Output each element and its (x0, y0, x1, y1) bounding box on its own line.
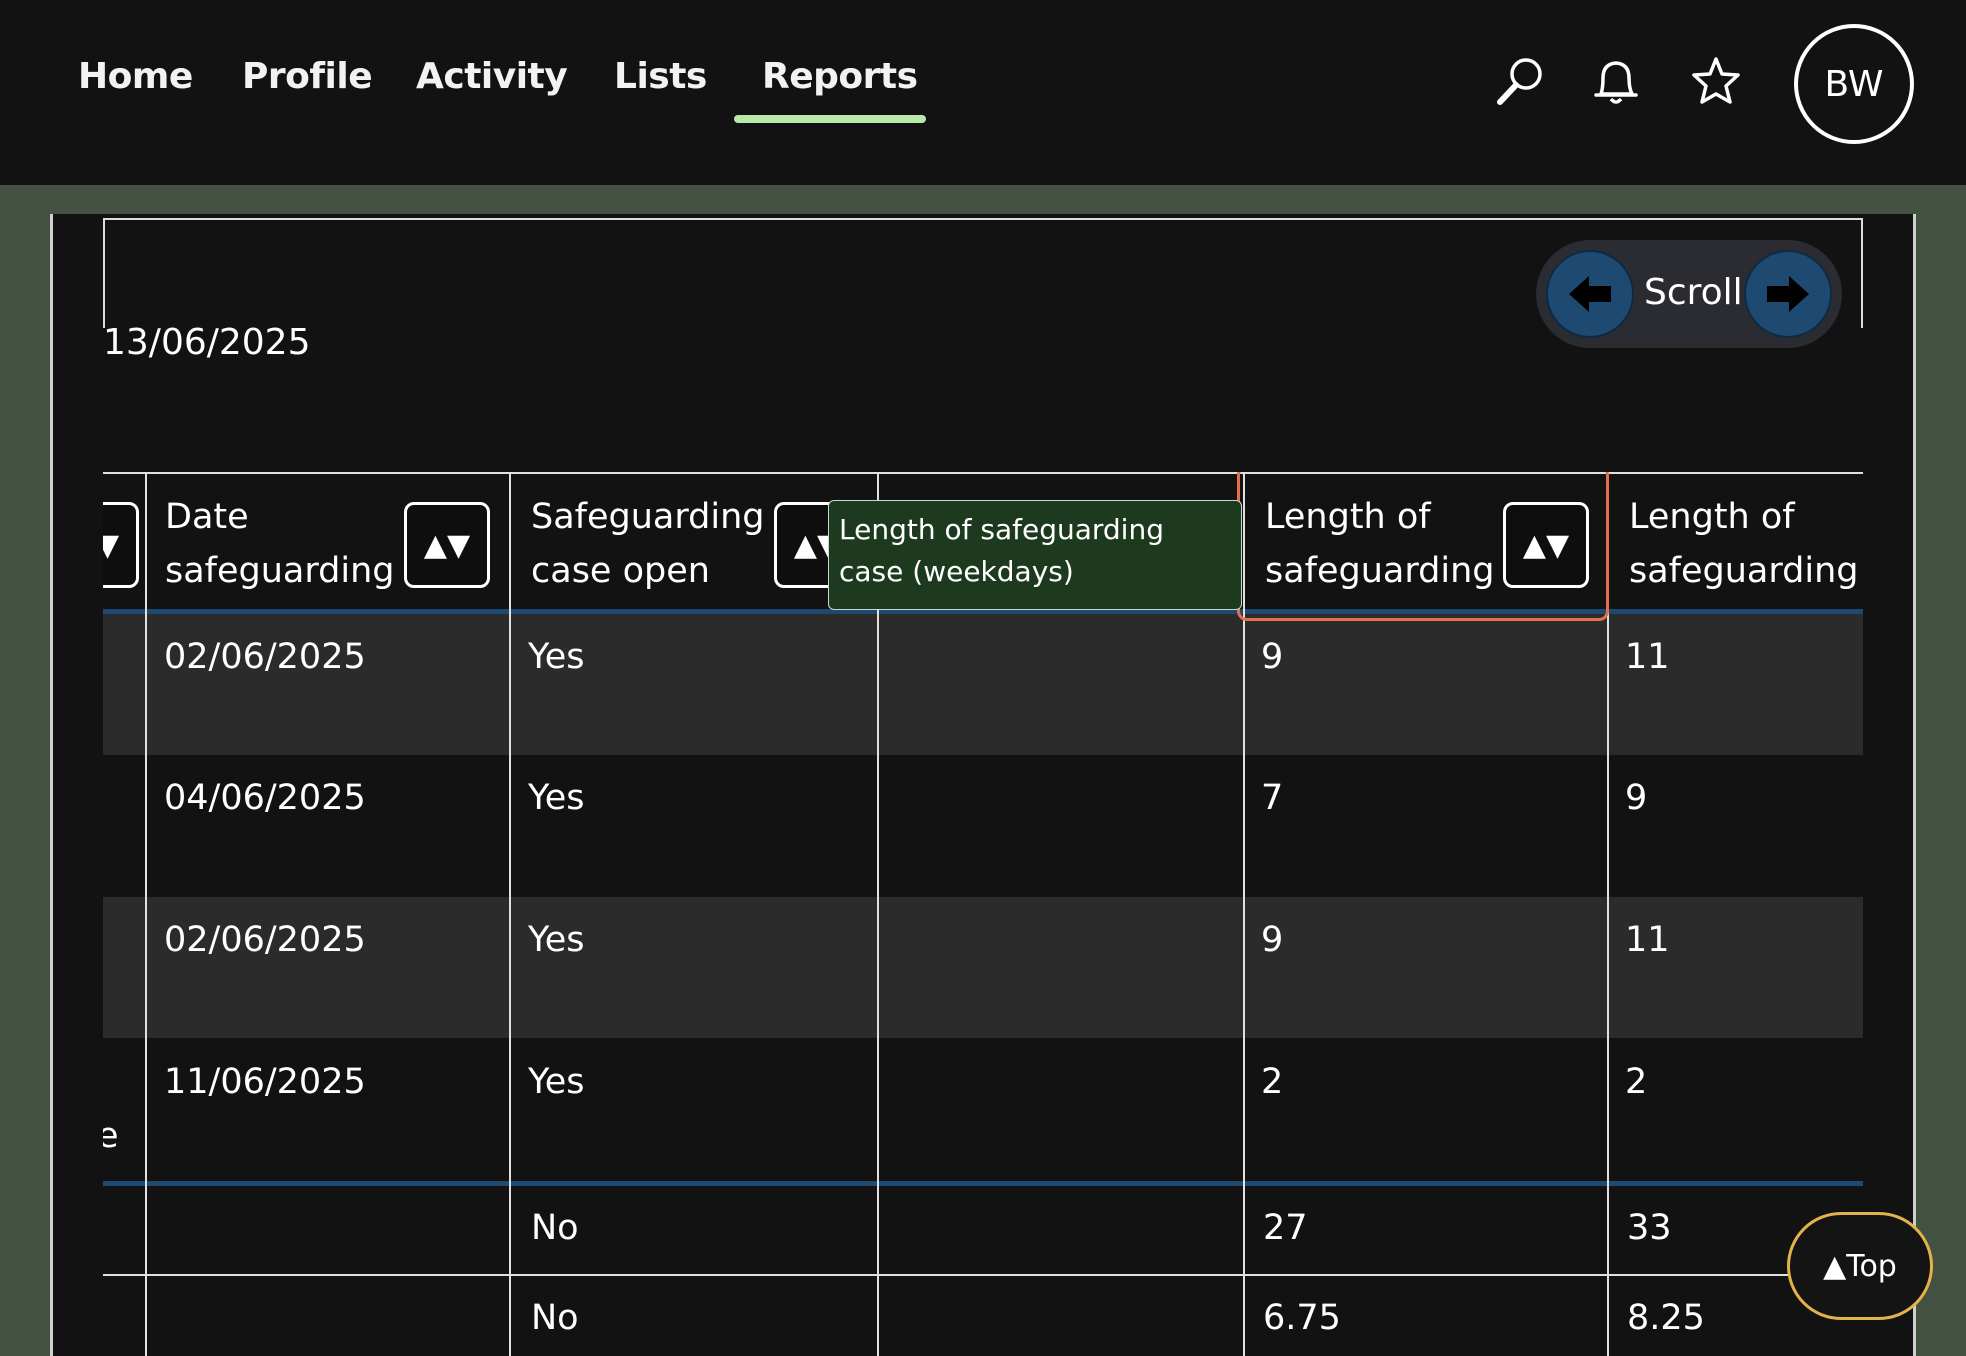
table-cell: Yes (528, 1062, 585, 1102)
arrow-left-icon (1569, 276, 1611, 312)
sort-button-date[interactable]: ▲▼ (404, 502, 490, 588)
table-cell: 7 (1261, 778, 1284, 818)
nav-activity[interactable]: Activity (416, 56, 568, 97)
column-header-focus-outline (1237, 472, 1609, 621)
table-cell: Yes (528, 920, 585, 960)
back-to-top-button[interactable]: ▲Top (1787, 1212, 1933, 1320)
summary-cell: No (531, 1208, 579, 1248)
table-cell: 11/06/2025 (164, 1062, 366, 1102)
summary-cell: No (531, 1298, 579, 1338)
table-cell: 11 (1625, 920, 1670, 960)
summary-cell: 6.75 (1263, 1298, 1341, 1338)
scroll-left-button[interactable] (1546, 250, 1634, 338)
sort-button-clipped[interactable]: ▲▼ (103, 502, 139, 588)
summary-cell: 8.25 (1627, 1298, 1705, 1338)
bell-icon[interactable] (1586, 52, 1646, 112)
table-cell: 04/06/2025 (164, 778, 366, 818)
table-cell: 02/06/2025 (164, 637, 366, 677)
summary-cell: 27 (1263, 1208, 1308, 1248)
scroll-right-button[interactable] (1744, 250, 1832, 338)
search-icon[interactable] (1490, 52, 1550, 112)
nav-reports[interactable]: Reports (762, 56, 918, 97)
table-cell: 11 (1625, 637, 1670, 677)
table-cell: Yes (528, 778, 585, 818)
user-avatar[interactable]: BW (1794, 24, 1914, 144)
table-cell: 02/06/2025 (164, 920, 366, 960)
top-navigation-bar: Home Profile Activity Lists Reports BW (0, 0, 1966, 185)
summary-cell: 33 (1627, 1208, 1672, 1248)
column-header-case-open[interactable]: Safeguarding case open (531, 490, 764, 598)
table-cell: 9 (1261, 637, 1284, 677)
report-table: ▲▼ Datesafeguarding ▲▼ Safeguardingcase … (103, 472, 1863, 1356)
column-header-date[interactable]: Date safeguarding (165, 490, 395, 598)
table-cell: 9 (1625, 778, 1648, 818)
report-date: 13/06/2025 (103, 322, 311, 363)
table-cell: 2 (1625, 1062, 1648, 1102)
scroll-label: Scroll (1644, 272, 1743, 313)
table-cell: 9 (1261, 920, 1284, 960)
table-cell: Yes (528, 637, 585, 677)
scroll-control: Scroll (1536, 240, 1842, 348)
nav-home[interactable]: Home (78, 56, 193, 97)
active-tab-indicator (734, 115, 926, 123)
nav-lists[interactable]: Lists (614, 56, 707, 97)
star-icon[interactable] (1686, 52, 1746, 112)
panel-frame (103, 218, 1863, 220)
header-tooltip: Length of safeguarding case (weekdays) (828, 500, 1242, 610)
table-cell: 2 (1261, 1062, 1284, 1102)
nav-profile[interactable]: Profile (242, 56, 373, 97)
column-header-length[interactable]: Length of safeguarding (1629, 490, 1859, 598)
clipped-cell-text: e (103, 1116, 119, 1156)
arrow-right-icon (1767, 276, 1809, 312)
